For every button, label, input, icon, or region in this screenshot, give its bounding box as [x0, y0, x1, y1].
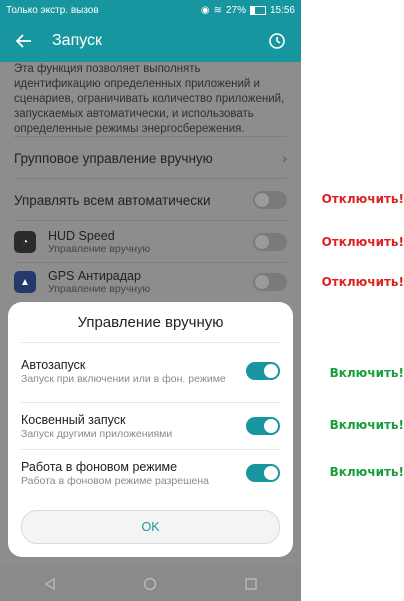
annotation-enable-indirect-start: Включить! [329, 418, 404, 432]
back-arrow-icon[interactable] [14, 31, 34, 51]
status-icons: ◉ ≋ 27% 15:56 [201, 5, 295, 16]
manage-all-row: Управлять всем автоматически [14, 178, 287, 221]
nav-home-icon[interactable] [143, 577, 157, 591]
item-title: Косвенный запуск [21, 412, 126, 427]
hud-speed-toggle[interactable] [253, 233, 287, 251]
manage-all-toggle[interactable] [253, 191, 287, 209]
item-title: Работа в фоновом режиме [21, 459, 178, 474]
wifi-icon: ≋ [213, 4, 222, 16]
app-texts: HUD Speed Управление вручную [48, 229, 253, 256]
item-title: Автозапуск [21, 357, 86, 372]
app-name: GPS Антирадар [48, 268, 141, 283]
background-run-toggle[interactable] [246, 464, 280, 482]
annotation-disable-manage-all: Отключить! [321, 192, 404, 206]
item-texts: Автозапуск Запуск при включении или в фо… [21, 357, 246, 386]
carrier-text: Только экстр. вызов [6, 4, 99, 16]
item-subtitle: Запуск при включении или в фон. режиме [21, 372, 226, 385]
item-texts: Работа в фоновом режиме Работа в фоновом… [21, 459, 246, 488]
manual-management-dialog: Управление вручную Автозапуск Запуск при… [8, 302, 293, 557]
ok-button[interactable]: OK [21, 510, 280, 544]
item-subtitle: Работа в фоновом режиме разрешена [21, 474, 209, 487]
dialog-item-indirect-start: Косвенный запуск Запуск другими приложен… [21, 402, 280, 449]
group-manual-row[interactable]: Групповое управление вручную › [14, 136, 287, 179]
app-row-gps-antiradar: ▲ GPS Антирадар Управление вручную [14, 262, 287, 301]
app-bar: Запуск [0, 20, 301, 62]
battery-percent: 27% [225, 4, 246, 16]
item-subtitle: Запуск другими приложениями [21, 427, 173, 440]
annotation-enable-autostart: Включить! [329, 366, 404, 380]
history-icon[interactable] [267, 31, 287, 51]
item-texts: Косвенный запуск Запуск другими приложен… [21, 412, 246, 441]
phone-screen: Только экстр. вызов ◉ ≋ 27% 15:56 Запуск… [0, 0, 301, 601]
dialog-item-autostart: Автозапуск Запуск при включении или в фо… [21, 342, 280, 399]
location-icon: ◉ [200, 4, 210, 16]
dialog-title: Управление вручную [77, 314, 224, 331]
description-text: Эта функция позволяет выполнять идентифи… [14, 63, 285, 135]
status-bar: Только экстр. вызов ◉ ≋ 27% 15:56 [0, 0, 301, 20]
app-subtitle: Управление вручную [48, 282, 151, 295]
navigation-bar [0, 566, 301, 601]
gps-antiradar-toggle[interactable] [253, 273, 287, 291]
nav-back-icon[interactable] [43, 577, 57, 591]
indirect-start-toggle[interactable] [246, 417, 280, 435]
app-texts: GPS Антирадар Управление вручную [48, 269, 253, 296]
app-row-hud-speed: ◔ HUD Speed Управление вручную [14, 220, 287, 263]
group-manual-label: Групповое управление вручную [14, 150, 213, 166]
dialog-item-background: Работа в фоновом режиме Работа в фоновом… [21, 449, 280, 496]
annotation-disable-hud-speed: Отключить! [321, 235, 404, 249]
annotation-disable-gps-antiradar: Отключить! [321, 275, 404, 289]
app-name: HUD Speed [48, 228, 115, 243]
chevron-right-icon: › [282, 150, 287, 166]
annotation-enable-background: Включить! [329, 465, 404, 479]
clock: 15:56 [269, 4, 295, 16]
manage-all-label: Управлять всем автоматически [14, 192, 211, 208]
hud-speed-app-icon: ◔ [14, 231, 36, 253]
page-title: Запуск [52, 32, 103, 49]
autostart-toggle[interactable] [246, 362, 280, 380]
nav-recents-icon[interactable] [244, 577, 258, 591]
gps-antiradar-app-icon: ▲ [14, 271, 36, 293]
app-subtitle: Управление вручную [48, 242, 151, 255]
battery-icon [249, 5, 266, 15]
